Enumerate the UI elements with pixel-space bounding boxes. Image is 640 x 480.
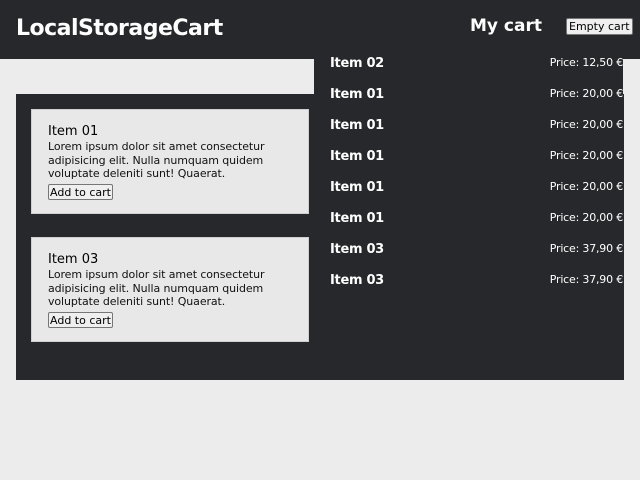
cart-item: Item 03 Price: 37,90 €	[330, 241, 610, 261]
cart-item-price: Price: 20,00 €	[550, 117, 623, 133]
cart-item-name: Item 01	[330, 179, 384, 197]
product-name: Item 03	[48, 252, 292, 268]
cart-item-price: Price: 20,00 €	[550, 210, 623, 226]
product-name: Item 01	[48, 124, 292, 140]
add-to-cart-button[interactable]: Add to cart	[48, 184, 113, 200]
empty-cart-button[interactable]: Empty cart	[566, 18, 633, 35]
cart-item-price: Price: 20,00 €	[550, 148, 623, 164]
add-to-cart-button[interactable]: Add to cart	[48, 312, 113, 328]
cart-item-name: Item 03	[330, 272, 384, 290]
cart-item-price: Price: 20,00 €	[550, 179, 623, 195]
cart-item-name: Item 02	[330, 55, 384, 73]
product-card: Item 03 Lorem ipsum dolor sit amet conse…	[31, 237, 309, 342]
product-description: Lorem ipsum dolor sit amet consectetur a…	[48, 268, 292, 309]
cart-item-name: Item 01	[330, 117, 384, 135]
cart-item-price: Price: 12,50 €	[550, 55, 623, 71]
product-card: Item 01 Lorem ipsum dolor sit amet conse…	[31, 109, 309, 214]
cart-item: Item 01 Price: 20,00 €	[330, 210, 610, 230]
cart-panel: Item 02 Price: 12,50 € Item 01 Price: 20…	[314, 47, 623, 292]
app-title: LocalStorageCart	[16, 14, 223, 44]
cart-title: My cart	[470, 15, 542, 37]
cart-item-name: Item 01	[330, 148, 384, 166]
cart-item-name: Item 01	[330, 86, 384, 104]
cart-item-price: Price: 20,00 €	[550, 86, 623, 102]
cart-item: Item 01 Price: 20,00 €	[330, 117, 610, 137]
cart-item-price: Price: 37,90 €	[550, 241, 623, 257]
cart-item: Item 01 Price: 20,00 €	[330, 179, 610, 199]
cart-item-name: Item 01	[330, 210, 384, 228]
cart-item-price: Price: 37,90 €	[550, 272, 623, 288]
cart-item: Item 01 Price: 20,00 €	[330, 148, 610, 168]
cart-item: Item 01 Price: 20,00 €	[330, 86, 610, 106]
cart-item: Item 03 Price: 37,90 €	[330, 272, 610, 292]
cart-item: Item 02 Price: 12,50 €	[330, 55, 610, 75]
product-description: Lorem ipsum dolor sit amet consectetur a…	[48, 140, 292, 181]
cart-item-name: Item 03	[330, 241, 384, 259]
